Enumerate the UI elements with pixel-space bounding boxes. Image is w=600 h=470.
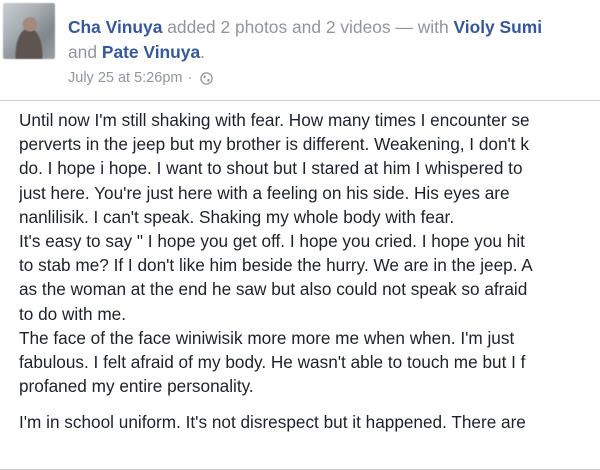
post-text-line: perverts in the jeep but my brother is d… — [19, 134, 529, 155]
tagged-user-link-1[interactable]: Violy Sumi — [453, 17, 542, 37]
post-text-line: I'm in school uniform. It's not disrespe… — [19, 412, 526, 433]
meta-separator: · — [187, 70, 193, 86]
action-text: added 2 photos and 2 videos — — [167, 17, 413, 37]
and-text: and — [68, 42, 98, 62]
with-text: with — [417, 17, 449, 37]
post-headline: Cha Vinuya added 2 photos and 2 videos —… — [68, 17, 543, 62]
tagged-user-link-2[interactable]: Pate Vinuya — [102, 42, 200, 62]
post-text-line: fabulous. I felt afraid of my body. He w… — [19, 352, 526, 373]
post-text-line: to do with me. — [19, 303, 126, 324]
post-text-line: as the woman at the end he saw but also … — [19, 279, 528, 300]
post-text-line: profaned my entire personality. — [19, 376, 254, 397]
post-text-line: Until now I'm still shaking with fear. H… — [19, 110, 530, 130]
post-body: Until now I'm still shaking with fear. H… — [19, 108, 600, 435]
post-timestamp[interactable]: July 25 at 5:26pm — [68, 70, 182, 86]
post-text-line: just here. You're just here with a feeli… — [19, 182, 510, 203]
author-link[interactable]: Cha Vinuya — [68, 17, 162, 37]
post-header: Cha Vinuya added 2 photos and 2 videos —… — [68, 15, 598, 86]
post-meta: July 25 at 5:26pm · — [68, 70, 598, 86]
post-text-line: nanlilisik. I can't speak. Shaking my wh… — [19, 206, 455, 227]
avatar[interactable] — [3, 3, 55, 59]
globe-icon[interactable] — [200, 71, 214, 85]
post-text-line: do. I hope i hope. I want to shout but I… — [19, 158, 523, 179]
post-text-line: It's easy to say " I hope you get off. I… — [19, 231, 525, 252]
post-text-line: to stab me? If I don't like him beside t… — [19, 255, 533, 276]
post-text-line: The face of the face winiwisik more more… — [19, 327, 515, 348]
